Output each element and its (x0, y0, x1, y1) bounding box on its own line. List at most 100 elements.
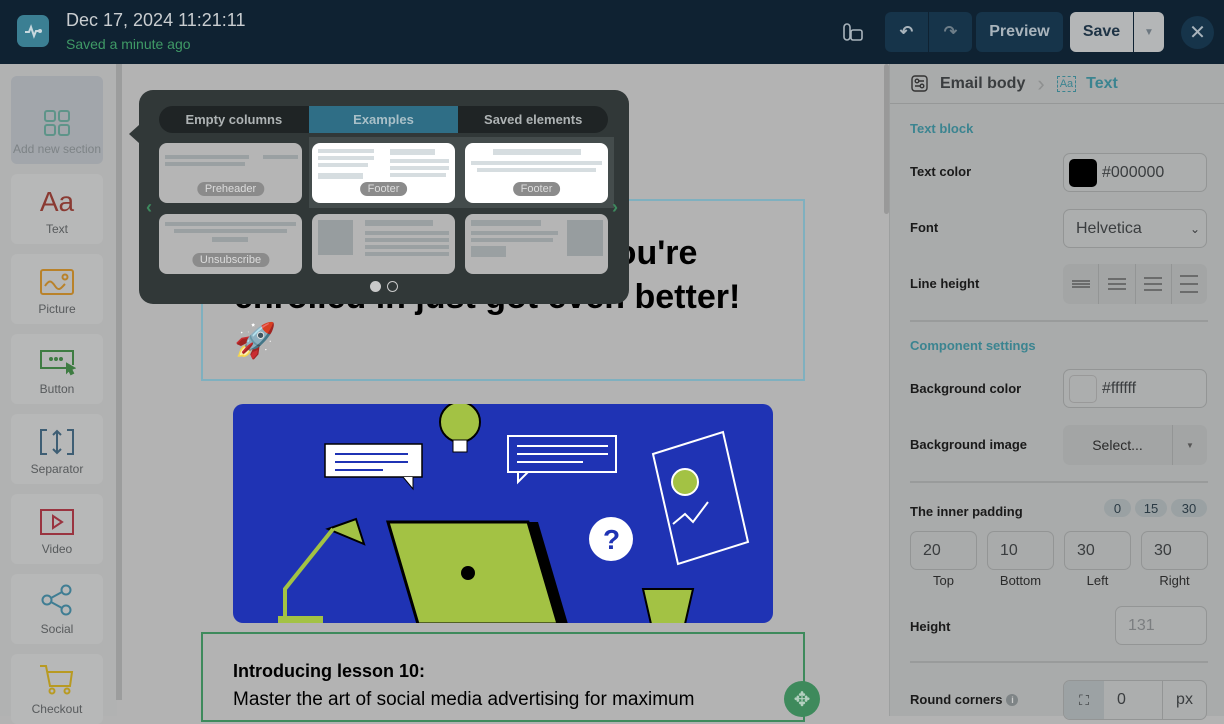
padding-preset[interactable]: 0 (1104, 499, 1131, 517)
app-logo-icon[interactable] (17, 15, 49, 47)
share-icon (41, 584, 72, 616)
example-card-image-left[interactable] (312, 214, 455, 274)
sidebar-item-add-section[interactable]: Add new section (11, 76, 103, 164)
lesson-title: Introducing lesson 10: (233, 661, 426, 681)
picture-icon (40, 269, 74, 295)
caret-down-icon: ▼ (1144, 26, 1154, 38)
text-aa-icon: Aa (39, 186, 75, 217)
sidebar-item-separator[interactable]: Separator (11, 414, 103, 484)
padding-left-label: Left (1086, 573, 1109, 588)
undo-button[interactable]: ↶ (885, 12, 928, 52)
sidebar-item-picture[interactable]: Picture (11, 254, 103, 324)
breadcrumb-email-body[interactable]: Email body (940, 75, 1025, 93)
tab-examples[interactable]: Examples (308, 106, 459, 133)
line-height-label: Line height (910, 276, 980, 291)
save-button[interactable]: Save (1070, 12, 1133, 52)
line-height-option[interactable] (1063, 264, 1100, 304)
line-height-relaxed-icon (1144, 277, 1163, 291)
text-color-field[interactable]: #000000 (1063, 153, 1207, 192)
round-corners-field[interactable]: ⛶ 0 px (1063, 680, 1207, 720)
page-dot-active[interactable] (370, 281, 381, 292)
example-card-image-right[interactable] (465, 214, 608, 274)
info-icon[interactable]: i (1006, 693, 1019, 706)
sidebar-item-button[interactable]: Button (11, 334, 103, 404)
svg-text:?: ? (603, 524, 620, 555)
line-height-loose-icon (1180, 275, 1199, 293)
breadcrumb-text: Text (1086, 74, 1118, 92)
close-icon: ✕ (1189, 22, 1206, 44)
caret-down-icon: ▼ (1186, 440, 1194, 450)
corners-icon[interactable]: ⛶ (1064, 681, 1104, 719)
color-swatch (1069, 158, 1097, 187)
card-badge: Footer (359, 182, 408, 196)
move-arrows-icon: ✥ (793, 688, 811, 711)
height-input[interactable]: 131 (1115, 606, 1207, 645)
background-color-field[interactable]: #ffffff (1063, 369, 1207, 408)
sidebar-item-label: Add new section (12, 142, 102, 156)
height-label: Height (910, 619, 951, 634)
background-image-select[interactable]: Select... ▼ (1063, 425, 1207, 465)
example-card-unsubscribe[interactable]: Unsubscribe (159, 214, 302, 274)
hero-illustration[interactable]: ? (233, 404, 773, 623)
chevron-right-icon: › (1037, 70, 1045, 96)
close-button[interactable]: ✕ (1181, 16, 1214, 49)
blocks-sidebar: Add new section Aa Text Picture Button S… (0, 64, 117, 724)
background-color-label: Background color (910, 381, 1022, 396)
card-badge: Footer (512, 182, 561, 196)
preview-button[interactable]: Preview (976, 12, 1063, 52)
redo-icon: ↷ (943, 24, 958, 41)
padding-top-label: Top (933, 573, 954, 588)
grid-icon (44, 110, 70, 136)
padding-left-input[interactable]: 30 (1064, 531, 1131, 570)
inner-padding-label: The inner padding (910, 504, 1023, 519)
sidebar-item-label: Video (41, 542, 73, 556)
layers-icon[interactable] (842, 21, 864, 48)
sidebar-item-text[interactable]: Aa Text (11, 174, 103, 244)
example-card-preheader[interactable]: Preheader (159, 143, 302, 203)
card-badge: Unsubscribe (191, 253, 270, 267)
font-select[interactable]: Helvetica ⌄ (1063, 209, 1207, 248)
background-image-label: Background image (910, 437, 1028, 452)
sidebar-item-label: Text (45, 222, 68, 236)
example-card-footer[interactable]: Footer (312, 143, 455, 203)
sidebar-item-checkout[interactable]: Checkout (11, 654, 103, 724)
undo-icon: ↶ (899, 24, 914, 41)
line-height-option[interactable] (1099, 264, 1136, 304)
color-swatch (1069, 374, 1097, 403)
breadcrumb: Email body › Aa Text (890, 64, 1224, 104)
popup-pointer (129, 125, 139, 143)
line-height-normal-icon (1107, 278, 1126, 290)
text-aa-icon: Aa (1056, 75, 1077, 92)
card-badge: Preheader (196, 182, 265, 196)
text-block[interactable]: Introducing lesson 10: Master the art of… (201, 632, 805, 722)
separator-icon (40, 429, 74, 455)
redo-button[interactable]: ↷ (929, 12, 972, 52)
sidebar-item-social[interactable]: Social (11, 574, 103, 644)
padding-bottom-input[interactable]: 10 (987, 531, 1054, 570)
padding-bottom-label: Bottom (999, 573, 1042, 588)
page-dot[interactable] (387, 281, 398, 292)
save-status: Saved a minute ago (66, 36, 191, 52)
sidebar-item-video[interactable]: Video (11, 494, 103, 564)
text-color-label: Text color (910, 164, 972, 179)
move-handle[interactable]: ✥ (784, 681, 820, 717)
font-label: Font (910, 220, 939, 235)
padding-preset[interactable]: 15 (1135, 499, 1167, 517)
padding-top-input[interactable]: 20 (910, 531, 977, 570)
divider (910, 661, 1208, 663)
sidebar-scrollbar[interactable] (116, 64, 122, 700)
padding-preset[interactable]: 30 (1171, 499, 1207, 517)
tab-saved-elements[interactable]: Saved elements (458, 106, 608, 133)
section-text-block: Text block (910, 121, 974, 136)
padding-right-input[interactable]: 30 (1141, 531, 1208, 570)
line-height-option[interactable] (1136, 264, 1172, 304)
tab-empty-columns[interactable]: Empty columns (159, 106, 309, 133)
save-dropdown-button[interactable]: ▼ (1134, 12, 1164, 52)
prev-arrow-icon[interactable]: ‹ (146, 197, 152, 218)
settings-panel: Email body › Aa Text Text block Text col… (889, 64, 1224, 720)
sidebar-item-label: Picture (38, 302, 76, 316)
example-card-footer-2[interactable]: Footer (465, 143, 608, 203)
line-height-option[interactable] (1172, 264, 1207, 304)
sidebar-item-label: Button (39, 382, 75, 396)
next-arrow-icon[interactable]: › (612, 197, 618, 218)
